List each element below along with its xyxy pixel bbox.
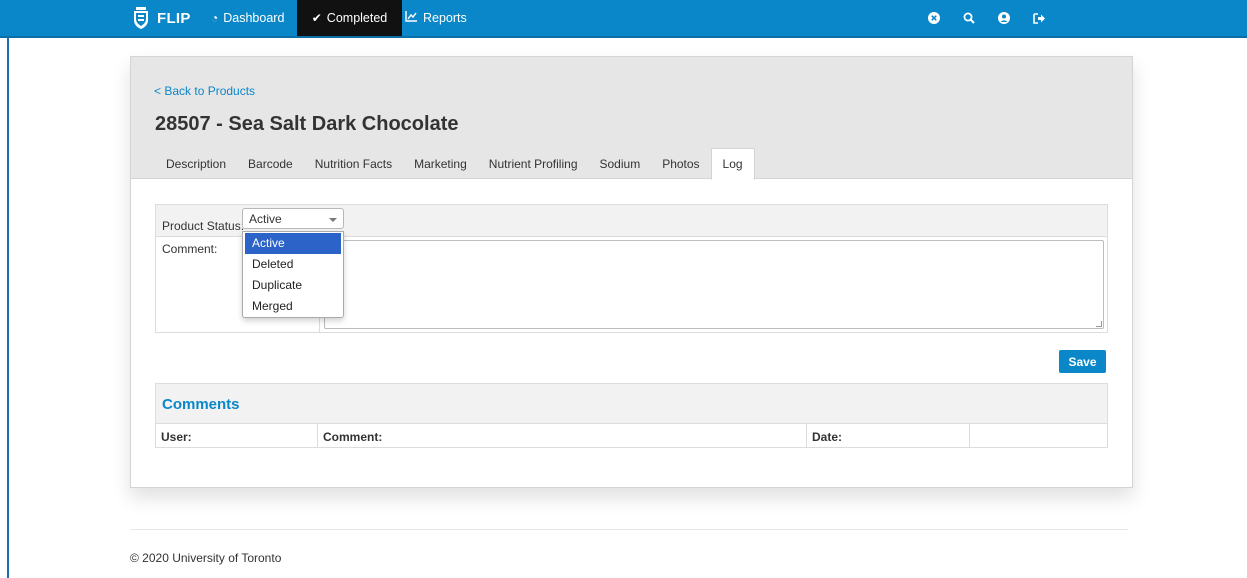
save-button[interactable]: Save <box>1059 350 1106 373</box>
resize-handle-icon[interactable] <box>1096 321 1102 327</box>
comments-table: Comments User: Comment: Date: <box>155 383 1108 448</box>
comments-header: Comments <box>156 384 1107 424</box>
status-option-active[interactable]: Active <box>245 233 341 254</box>
brand-name: FLIP <box>157 9 191 27</box>
nav-dashboard[interactable]: ◔ Dashboard <box>201 0 294 36</box>
dashboard-icon: ◔ <box>211 11 219 25</box>
tab-sodium[interactable]: Sodium <box>589 148 652 179</box>
footer-divider <box>130 529 1128 530</box>
nav-reports[interactable]: Reports <box>395 0 477 36</box>
column-header-empty <box>969 424 1108 448</box>
footer-copyright: © 2020 University of Toronto <box>130 551 282 565</box>
status-option-merged[interactable]: Merged <box>243 296 343 317</box>
nav-completed-label: Completed <box>326 11 388 25</box>
comment-textarea[interactable] <box>324 240 1104 329</box>
column-header-comment: Comment: <box>317 424 806 448</box>
search-icon[interactable] <box>959 8 979 28</box>
nav-dashboard-label: Dashboard <box>223 11 285 25</box>
comment-label: Comment: <box>162 242 218 256</box>
product-status-value: Active <box>249 212 282 226</box>
page-left-border <box>7 38 9 578</box>
status-option-duplicate[interactable]: Duplicate <box>243 275 343 296</box>
tab-description[interactable]: Description <box>155 148 237 179</box>
product-status-select[interactable]: Active <box>242 208 344 229</box>
column-header-user: User: <box>161 430 192 444</box>
sign-out-icon[interactable] <box>1029 8 1049 28</box>
tab-marketing[interactable]: Marketing <box>403 148 478 179</box>
column-header-date: Date: <box>806 424 969 448</box>
tab-bar: Description Barcode Nutrition Facts Mark… <box>155 148 755 180</box>
tab-barcode[interactable]: Barcode <box>237 148 304 179</box>
user-circle-icon[interactable] <box>994 8 1014 28</box>
tab-nutrient-profiling[interactable]: Nutrient Profiling <box>478 148 589 179</box>
tab-photos[interactable]: Photos <box>651 148 710 179</box>
top-navbar: FLIP ◔ Dashboard ✔ Completed Reports <box>0 0 1247 38</box>
product-status-label: Product Status: <box>162 219 245 233</box>
comments-title: Comments <box>162 396 240 413</box>
product-status-dropdown: Active Deleted Duplicate Merged <box>242 231 344 318</box>
back-to-products-link[interactable]: < Back to Products <box>154 84 255 98</box>
crest-logo-icon <box>134 7 148 29</box>
tab-nutrition-facts[interactable]: Nutrition Facts <box>304 148 403 179</box>
panel-header: < Back to Products 28507 - Sea Salt Dark… <box>131 57 1132 180</box>
tab-log[interactable]: Log <box>710 148 755 180</box>
status-option-deleted[interactable]: Deleted <box>243 254 343 275</box>
brand[interactable]: FLIP <box>133 7 191 29</box>
line-chart-icon <box>405 11 418 25</box>
check-icon: ✔ <box>311 11 322 25</box>
times-circle-icon[interactable] <box>924 8 944 28</box>
page-title: 28507 - Sea Salt Dark Chocolate <box>155 113 459 135</box>
caret-down-icon <box>329 218 337 222</box>
nav-completed[interactable]: ✔ Completed <box>297 0 402 36</box>
nav-reports-label: Reports <box>423 11 467 25</box>
